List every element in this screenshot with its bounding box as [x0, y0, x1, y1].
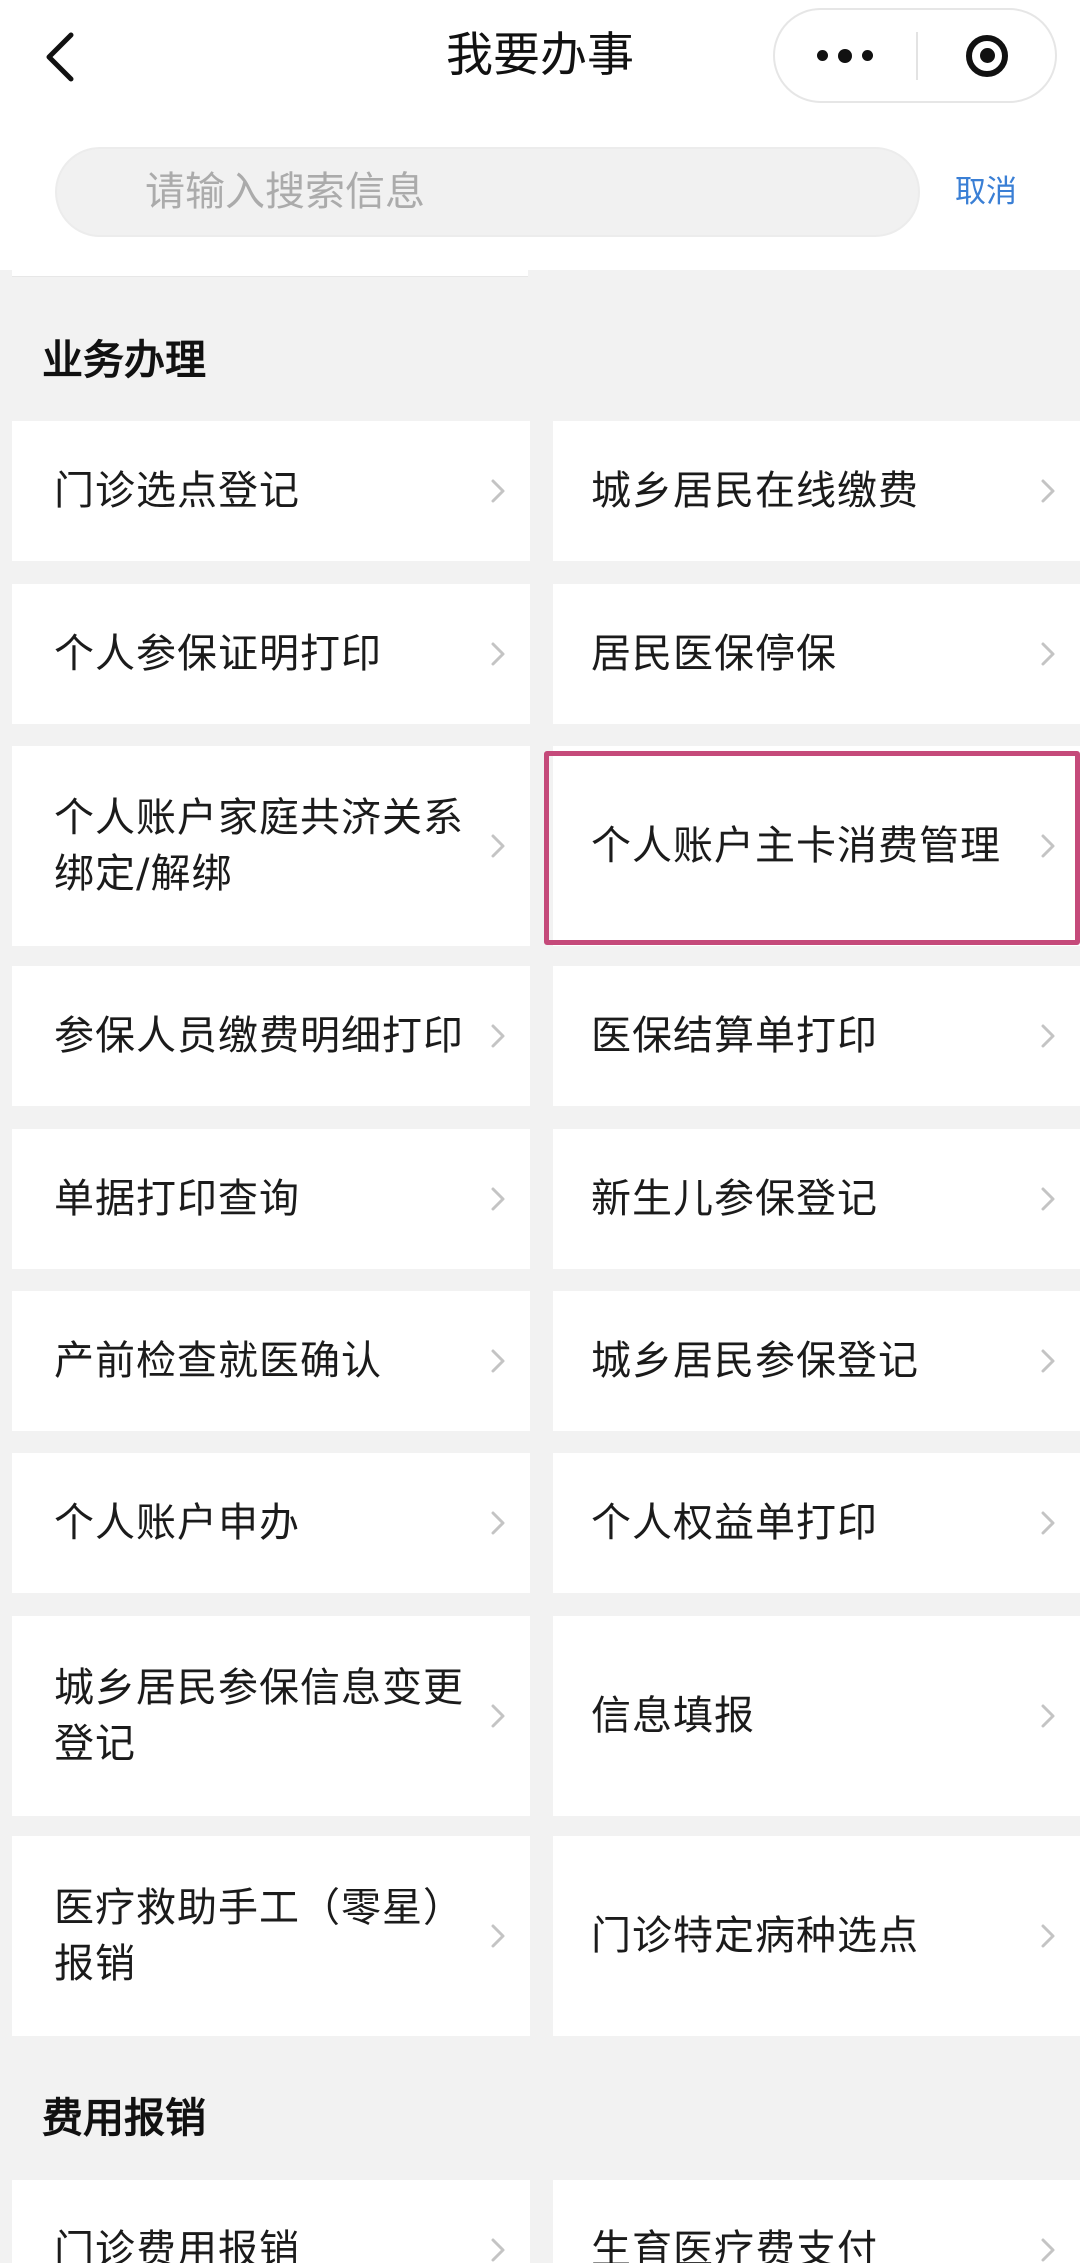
chevron-right-icon	[491, 2238, 505, 2262]
service-item[interactable]: 门诊选点登记	[12, 421, 530, 561]
chevron-right-icon	[1041, 1187, 1055, 1211]
service-item-label: 个人权益单打印	[591, 1500, 878, 1546]
mini-program-capsule	[773, 8, 1057, 103]
chevron-right-icon	[1041, 1024, 1055, 1048]
service-item-label: 城乡居民参保信息变更登记	[54, 1665, 464, 1767]
search-input[interactable]	[55, 147, 920, 237]
chevron-right-icon	[1041, 1924, 1055, 1948]
service-item-label: 城乡居民参保登记	[591, 1338, 919, 1384]
chevron-right-icon	[1041, 1704, 1055, 1728]
service-item-label: 产前检查就医确认	[54, 1338, 382, 1384]
search-suggestion-strip	[12, 270, 528, 277]
service-item[interactable]: 城乡居民参保登记	[553, 1291, 1080, 1431]
service-item[interactable]: 产前检查就医确认	[12, 1291, 530, 1431]
chevron-right-icon	[1041, 1511, 1055, 1535]
service-item[interactable]: 城乡居民参保信息变更登记	[12, 1616, 530, 1816]
service-item-label: 医保结算单打印	[591, 1013, 878, 1059]
chevron-right-icon	[1041, 2238, 1055, 2262]
service-item-label: 个人账户申办	[54, 1500, 300, 1546]
service-item[interactable]: 门诊特定病种选点	[553, 1836, 1080, 2036]
service-item[interactable]: 医疗救助手工（零星）报销	[12, 1836, 530, 2036]
chevron-right-icon	[491, 1924, 505, 1948]
service-item[interactable]: 个人参保证明打印	[12, 584, 530, 724]
service-item[interactable]: 单据打印查询	[12, 1129, 530, 1269]
service-item-label: 个人参保证明打印	[54, 631, 382, 677]
chevron-right-icon	[1041, 1349, 1055, 1373]
service-item-label: 门诊特定病种选点	[591, 1913, 919, 1959]
more-dots-icon	[812, 48, 878, 63]
more-button[interactable]	[775, 10, 915, 101]
service-item[interactable]: 个人账户主卡消费管理	[553, 746, 1080, 946]
section-title-business: 业务办理	[42, 336, 206, 384]
service-item-label: 新生儿参保登记	[591, 1176, 878, 1222]
service-item[interactable]: 门诊费用报销	[12, 2180, 530, 2263]
chevron-right-icon	[491, 834, 505, 858]
service-item-label: 生育医疗费支付	[591, 2227, 878, 2263]
chevron-right-icon	[491, 642, 505, 666]
service-item[interactable]: 信息填报	[553, 1616, 1080, 1816]
section-title-reimbursement: 费用报销	[42, 2094, 206, 2142]
chevron-right-icon	[491, 1187, 505, 1211]
chevron-right-icon	[491, 1704, 505, 1728]
service-item-label: 医疗救助手工（零星）报销	[54, 1885, 464, 1987]
service-item-label: 参保人员缴费明细打印	[54, 1013, 464, 1059]
service-item[interactable]: 城乡居民在线缴费	[553, 421, 1080, 561]
chevron-right-icon	[491, 1024, 505, 1048]
service-item[interactable]: 生育医疗费支付	[553, 2180, 1080, 2263]
chevron-right-icon	[491, 479, 505, 503]
chevron-right-icon	[491, 1511, 505, 1535]
service-item-label: 门诊费用报销	[54, 2227, 300, 2263]
service-item[interactable]: 医保结算单打印	[553, 966, 1080, 1106]
service-item[interactable]: 新生儿参保登记	[553, 1129, 1080, 1269]
service-item-label: 信息填报	[591, 1693, 755, 1739]
service-item[interactable]: 个人账户申办	[12, 1453, 530, 1593]
close-mini-program-button[interactable]	[918, 10, 1056, 101]
page: 我要办事 取消 业务办理 门诊选点登记 城乡居民在线缴费个人参保证明打印 居民医保停…	[0, 0, 1080, 2263]
service-item-label: 个人账户家庭共济关系绑定/解绑	[54, 795, 464, 897]
chevron-right-icon	[1041, 834, 1055, 858]
chevron-right-icon	[1041, 479, 1055, 503]
service-item[interactable]: 个人账户家庭共济关系绑定/解绑	[12, 746, 530, 946]
search-bar: 取消	[0, 135, 1080, 270]
service-item-label: 城乡居民在线缴费	[591, 468, 919, 514]
service-item[interactable]: 个人权益单打印	[553, 1453, 1080, 1593]
service-item-label: 居民医保停保	[591, 631, 837, 677]
service-item[interactable]: 参保人员缴费明细打印	[12, 966, 530, 1106]
cancel-button[interactable]: 取消	[955, 157, 1080, 227]
target-circle-icon	[966, 34, 1008, 77]
service-item-label: 单据打印查询	[54, 1176, 300, 1222]
chevron-right-icon	[491, 1349, 505, 1373]
service-item[interactable]: 居民医保停保	[553, 584, 1080, 724]
chevron-right-icon	[1041, 642, 1055, 666]
service-item-label: 个人账户主卡消费管理	[591, 823, 1001, 869]
top-nav-bar: 我要办事	[0, 0, 1080, 135]
service-item-label: 门诊选点登记	[54, 468, 300, 514]
